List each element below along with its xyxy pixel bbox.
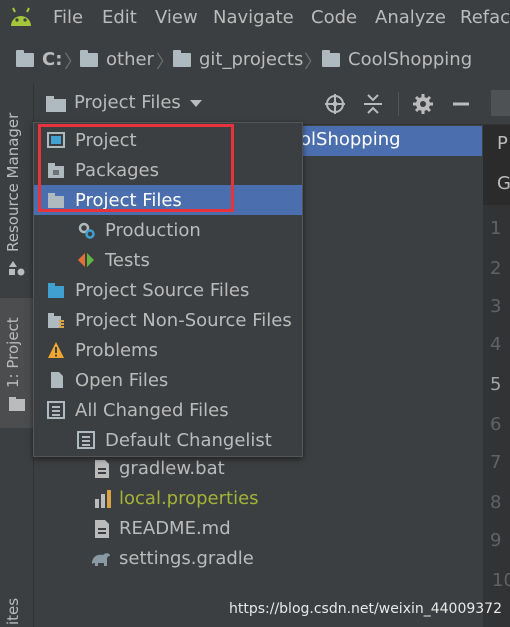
menu-code[interactable]: Code <box>311 7 357 28</box>
tree-item[interactable]: gradlew.bat <box>94 458 225 479</box>
folder-icon <box>322 49 340 67</box>
changelist-icon <box>77 431 95 449</box>
popup-item-label: Tests <box>105 249 150 271</box>
line-number: 8 <box>490 492 502 513</box>
file-icon <box>95 519 109 538</box>
breadcrumb-label: other <box>106 49 154 70</box>
line-number: 6 <box>490 414 502 435</box>
line-number: 1 <box>490 218 502 239</box>
popup-item-label: Production <box>105 219 201 241</box>
watermark: https://blog.csdn.net/weixin_44009372 <box>228 601 502 617</box>
chevron-down-icon[interactable] <box>190 100 202 108</box>
popup-item-label: Open Files <box>75 369 169 391</box>
breadcrumb-item-git-projects[interactable]: git_projects <box>173 49 303 70</box>
non-source-icon <box>47 311 65 329</box>
popup-item-all-changed-files[interactable]: All Changed Files <box>34 395 302 425</box>
folder-icon <box>46 96 66 112</box>
tree-project-root-label: olShopping <box>300 129 401 150</box>
popup-item-problems[interactable]: Problems <box>34 335 302 365</box>
locate-icon[interactable] <box>324 93 346 115</box>
menu-navigate[interactable]: Navigate <box>213 7 294 28</box>
breadcrumb-item-coolshopping[interactable]: CoolShopping <box>322 49 472 70</box>
collapse-all-icon[interactable] <box>362 93 384 115</box>
folder-icon <box>80 49 98 67</box>
popup-item-label: All Changed Files <box>75 399 229 421</box>
tree-item-label: README.md <box>119 518 231 539</box>
highlight-annotation-box <box>38 124 234 212</box>
changes-icon <box>47 401 65 419</box>
tree-item[interactable]: README.md <box>94 518 231 539</box>
popup-item-production[interactable]: Production <box>34 215 302 245</box>
breadcrumb-item-drive[interactable]: C: <box>16 49 62 70</box>
line-number: 9 <box>490 530 502 551</box>
tree-item-label: gradlew.bat <box>119 458 225 479</box>
menu-analyze[interactable]: Analyze <box>375 7 446 28</box>
breadcrumb-label: git_projects <box>199 49 304 70</box>
popup-item-label: Project Non-Source Files <box>75 309 292 331</box>
breadcrumb-label: C: <box>42 49 63 70</box>
menu-refactor[interactable]: Refact <box>460 7 510 28</box>
menu-edit[interactable]: Edit <box>102 7 137 28</box>
editor-tab[interactable] <box>491 90 510 116</box>
folder-icon <box>173 49 191 67</box>
view-selector[interactable]: Project Files <box>74 92 181 113</box>
source-folder-icon <box>47 281 65 299</box>
tree-item-label: settings.gradle <box>119 548 254 569</box>
breadcrumb-item-other[interactable]: other <box>80 49 154 70</box>
gear-icon[interactable] <box>412 93 434 115</box>
project-tool-header: Project Files <box>34 84 482 125</box>
popup-item-project-non-source-files[interactable]: Project Non-Source Files <box>34 305 302 335</box>
folder-icon <box>16 49 34 67</box>
menu-bar: File Edit View Navigate Code Analyze Ref… <box>0 0 510 36</box>
popup-item-default-changelist[interactable]: Default Changelist <box>34 425 302 455</box>
menu-view[interactable]: View <box>155 7 198 28</box>
open-files-icon <box>47 371 65 389</box>
toolbar-divider <box>398 92 399 116</box>
chevron-right-icon: 〉 <box>304 52 322 73</box>
line-number: 4 <box>490 334 502 355</box>
line-number: 2 <box>490 258 502 279</box>
line-number: 5 <box>490 374 502 395</box>
tree-item[interactable]: settings.gradle <box>90 548 254 569</box>
line-number: 3 <box>490 296 502 317</box>
resource-manager-icon <box>9 261 25 276</box>
editor-notification-text: G <box>497 173 510 194</box>
popup-item-label: Default Changelist <box>105 429 272 451</box>
line-number: 10 <box>492 570 510 591</box>
tab-favorites[interactable]: ites <box>4 598 22 625</box>
tab-resource-manager[interactable]: Resource Manager <box>4 113 22 252</box>
breadcrumb-label: CoolShopping <box>348 49 473 70</box>
properties-icon <box>95 489 111 508</box>
editor-notification-text: P <box>497 133 508 154</box>
folder-icon <box>9 397 25 411</box>
chevron-right-icon: 〉 <box>156 52 174 73</box>
tests-scope-icon <box>77 251 95 269</box>
minimize-icon[interactable] <box>450 93 472 115</box>
production-scope-icon <box>77 221 95 239</box>
android-logo-icon <box>11 7 31 26</box>
line-number: 7 <box>490 452 502 473</box>
popup-item-tests[interactable]: Tests <box>34 245 302 275</box>
gradle-icon <box>92 552 110 566</box>
tree-item-label: local.properties <box>119 488 259 509</box>
popup-item-label: Problems <box>75 339 158 361</box>
tree-item[interactable]: local.properties <box>94 488 259 509</box>
breadcrumb: C: 〉 other 〉 git_projects 〉 CoolShopping <box>0 40 510 82</box>
tab-project[interactable]: 1: Project <box>4 317 22 388</box>
popup-item-open-files[interactable]: Open Files <box>34 365 302 395</box>
file-icon <box>95 459 109 478</box>
popup-item-label: Project Source Files <box>75 279 250 301</box>
popup-item-project-source-files[interactable]: Project Source Files <box>34 275 302 305</box>
menu-file[interactable]: File <box>53 7 83 28</box>
warning-icon <box>47 341 65 359</box>
